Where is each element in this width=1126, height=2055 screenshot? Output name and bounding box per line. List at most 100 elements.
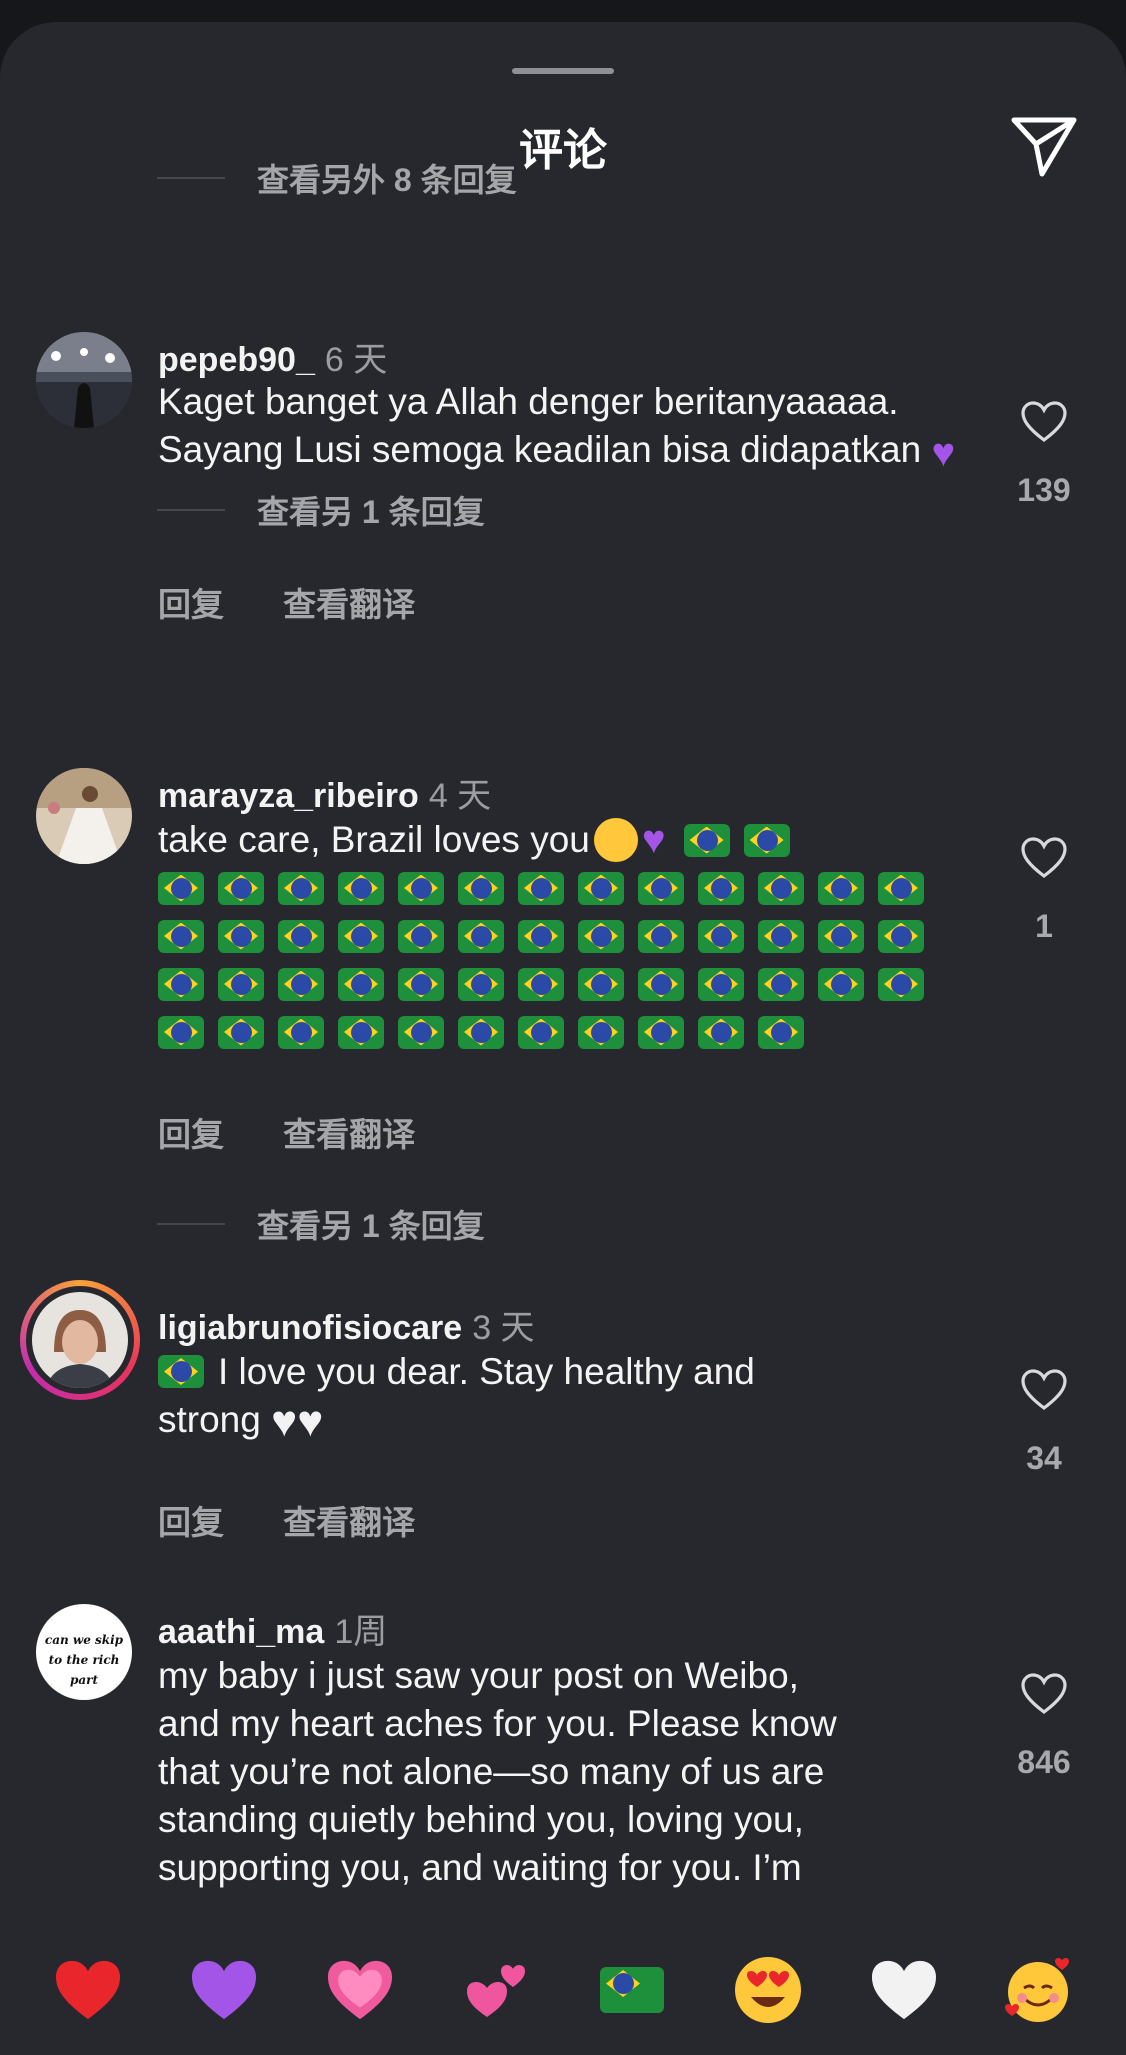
brazil-flag-icon — [398, 1015, 444, 1049]
brazil-flag-icon — [398, 919, 444, 953]
brazil-flag-icon — [698, 871, 744, 905]
flag-row — [158, 864, 958, 912]
purple-heart-icon[interactable] — [186, 1952, 262, 2028]
like-button[interactable]: 1 — [1010, 836, 1078, 945]
brazil-flag-icon — [218, 919, 264, 953]
brazil-flag-icon — [743, 823, 790, 857]
avatar[interactable]: can we skip to the rich part — [36, 1604, 132, 1700]
brazil-flag-icon — [278, 871, 324, 905]
growing-heart-icon[interactable] — [322, 1952, 398, 2028]
brazil-flag-icon — [638, 871, 684, 905]
timestamp: 1周 — [334, 1613, 388, 1651]
heart-icon — [1021, 401, 1067, 443]
send-icon[interactable] — [1006, 108, 1082, 184]
brazil-flag-icon — [818, 919, 864, 953]
emoji-reaction-bar — [0, 1952, 1126, 2028]
reply-button[interactable]: 回复 — [158, 586, 224, 623]
brazil-flag-icon — [338, 967, 384, 1001]
red-heart-icon[interactable] — [50, 1952, 126, 2028]
brazil-flag-icon — [878, 871, 924, 905]
white-heart-icon: ♥ — [297, 1397, 324, 1446]
brazil-flag-icon — [458, 1015, 504, 1049]
view-more-replies[interactable]: 查看另 1 条回复 — [157, 488, 485, 532]
avatar[interactable] — [36, 768, 132, 864]
brazil-flag-icon[interactable] — [594, 1952, 670, 2028]
brazil-flag-icon — [338, 871, 384, 905]
brazil-flag-icon — [758, 919, 804, 953]
like-count: 1 — [1035, 908, 1053, 944]
brazil-flag-icon — [218, 1015, 264, 1049]
brazil-flag-icon — [578, 1015, 624, 1049]
heart-eyes-face-icon[interactable] — [730, 1952, 806, 2028]
avatar — [32, 1292, 128, 1388]
brazil-flag-icon — [338, 1015, 384, 1049]
username[interactable]: ligiabrunofisiocare — [158, 1309, 462, 1348]
purple-heart-icon: ♥ — [931, 431, 956, 475]
brazil-flag-icon — [218, 871, 264, 905]
comment-text: I love you dear. Stay healthy and strong… — [158, 1351, 755, 1446]
smiling-face-with-hearts-icon[interactable] — [1000, 1952, 1076, 2028]
brazil-flag-icon — [278, 919, 324, 953]
flag-row — [158, 1008, 958, 1056]
heart-icon — [1021, 837, 1067, 879]
brazil-flag-icon — [158, 871, 204, 905]
brazil-flag-icon — [758, 967, 804, 1001]
reply-button[interactable]: 回复 — [158, 1116, 224, 1153]
white-heart-icon[interactable] — [866, 1952, 942, 2028]
avatar-story-ring[interactable] — [20, 1280, 140, 1400]
brazil-flag-icon — [578, 967, 624, 1001]
like-count: 34 — [1026, 1440, 1062, 1476]
two-hearts-icon[interactable] — [458, 1952, 534, 2028]
avatar[interactable] — [36, 332, 132, 428]
brazil-flag-icon — [338, 919, 384, 953]
brazil-flag-icon — [638, 967, 684, 1001]
comment-text: take care, Brazil loves you ♥ — [158, 816, 958, 1056]
translate-button[interactable]: 查看翻译 — [283, 1504, 415, 1541]
username[interactable]: aaathi_ma — [158, 1613, 324, 1652]
view-more-replies[interactable]: 查看另外 8 条回复 — [157, 156, 517, 200]
comments-sheet: 评论 查看另外 8 条回复 pepeb90_ 6 天 Kaget banget … — [0, 22, 1126, 2055]
brazil-flag-icon — [278, 967, 324, 1001]
smiling-face-with-hearts-icon — [593, 818, 638, 862]
timestamp: 4 天 — [428, 777, 492, 815]
brazil-flag-icon — [818, 871, 864, 905]
replies-divider — [157, 1223, 225, 1225]
brazil-flag-icon — [458, 967, 504, 1001]
username[interactable]: pepeb90_ — [158, 341, 315, 380]
brazil-flag-icon — [578, 919, 624, 953]
brazil-flag-icon — [158, 919, 204, 953]
brazil-flag-icon — [158, 1355, 204, 1388]
brazil-flag-icon — [638, 919, 684, 953]
heart-icon — [1021, 1369, 1067, 1411]
brazil-flag-icon — [218, 967, 264, 1001]
brazil-flag-icon — [458, 919, 504, 953]
brazil-flag-icon — [683, 823, 730, 857]
white-heart-icon: ♥ — [271, 1397, 298, 1446]
translate-button[interactable]: 查看翻译 — [283, 1116, 415, 1153]
like-count: 139 — [1017, 472, 1071, 508]
brazil-flag-icon — [518, 871, 564, 905]
brazil-flag-icon — [698, 967, 744, 1001]
like-button[interactable]: 139 — [1010, 400, 1078, 509]
translate-button[interactable]: 查看翻译 — [283, 586, 415, 623]
brazil-flag-icon — [578, 871, 624, 905]
brazil-flag-icon — [518, 967, 564, 1001]
brazil-flag-icon — [278, 1015, 324, 1049]
brazil-flag-icon — [698, 1015, 744, 1049]
view-more-replies[interactable]: 查看另 1 条回复 — [157, 1202, 485, 1246]
reply-button[interactable]: 回复 — [158, 1504, 224, 1541]
brazil-flag-icon — [398, 871, 444, 905]
brazil-flag-icon — [158, 967, 204, 1001]
brazil-flag-icon — [698, 919, 744, 953]
purple-heart-icon: ♥ — [641, 818, 666, 862]
brazil-flag-icon — [758, 1015, 804, 1049]
replies-divider — [157, 177, 225, 179]
comment-text: my baby i just saw your post on Weibo, a… — [158, 1655, 837, 1888]
username[interactable]: marayza_ribeiro — [158, 777, 419, 816]
like-button[interactable]: 846 — [1010, 1672, 1078, 1781]
drag-handle[interactable] — [512, 68, 614, 74]
like-button[interactable]: 34 — [1010, 1368, 1078, 1477]
brazil-flag-icon — [398, 967, 444, 1001]
brazil-flag-icon — [758, 871, 804, 905]
brazil-flag-icon — [878, 919, 924, 953]
